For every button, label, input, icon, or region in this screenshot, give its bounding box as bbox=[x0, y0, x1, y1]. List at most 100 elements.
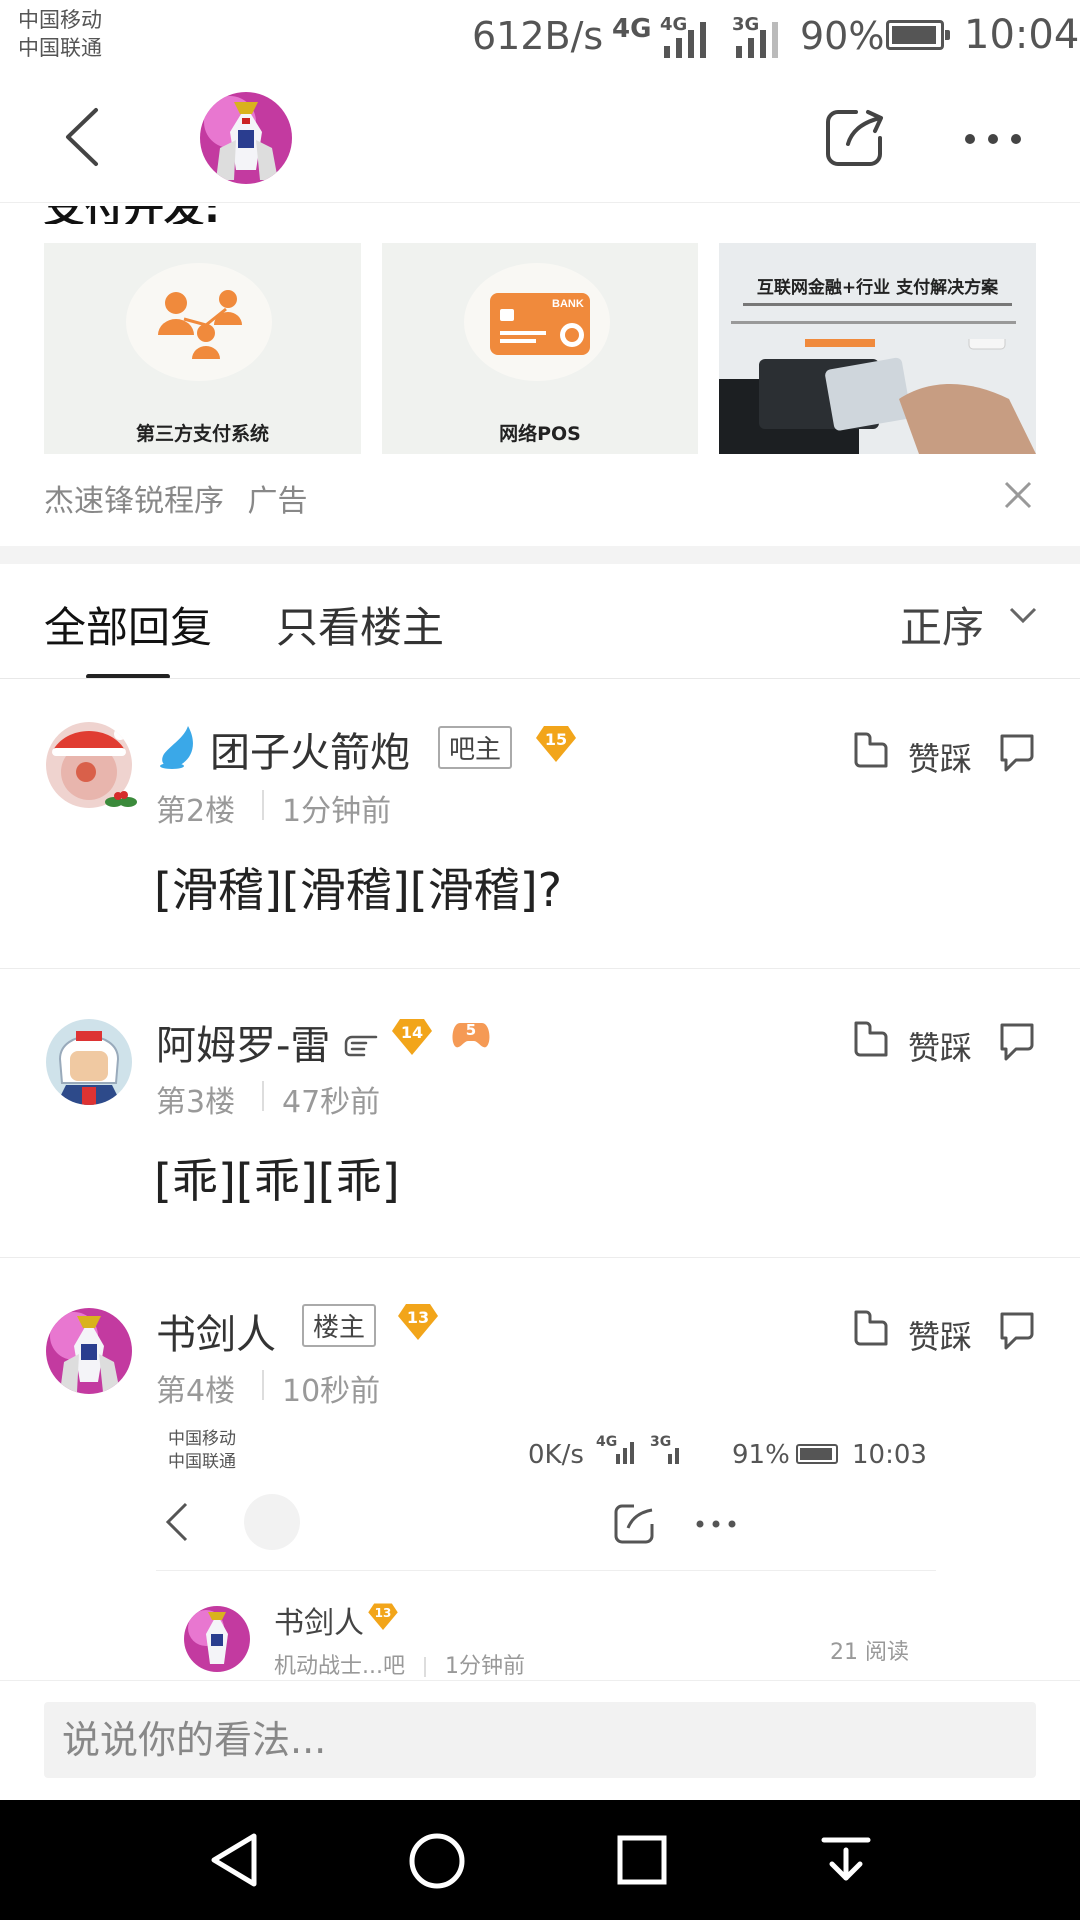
user-avatar[interactable] bbox=[46, 1308, 132, 1394]
ad-tile-network-pos[interactable]: BANK 网络POS bbox=[382, 243, 698, 454]
embedded-battery: 91% bbox=[732, 1440, 790, 1470]
embedded-author-name: 书剑人 bbox=[274, 1606, 364, 1641]
post-content: [滑稽][滑稽][滑稽]? bbox=[154, 863, 563, 917]
vote-label[interactable]: 赞踩 bbox=[908, 734, 972, 780]
embedded-clock: 10:03 bbox=[852, 1440, 927, 1470]
vote-button[interactable] bbox=[852, 730, 890, 774]
reply-post: 团子火箭炮 吧主 15 第2楼 1分钟前 [滑稽][滑稽][滑稽]? 赞踩 bbox=[0, 680, 1080, 968]
carrier-labels: 中国移动 中国联通 bbox=[18, 6, 102, 62]
role-badge-op: 楼主 bbox=[302, 1304, 377, 1347]
username[interactable]: 团子火箭炮 bbox=[210, 720, 410, 778]
back-arrow-icon bbox=[66, 108, 98, 166]
embedded-battery-icon bbox=[796, 1444, 838, 1464]
carrier-2: 中国联通 bbox=[18, 36, 102, 60]
more-options-button[interactable] bbox=[964, 130, 1022, 149]
post-time: 10秒前 bbox=[282, 1374, 381, 1409]
robot-avatar-icon bbox=[184, 1606, 250, 1672]
thumb-up-icon bbox=[854, 1310, 888, 1346]
floor-number: 第4楼 bbox=[156, 1374, 236, 1409]
carrier-1: 中国移动 bbox=[18, 8, 102, 32]
reply-button[interactable] bbox=[998, 1021, 1036, 1065]
sort-order-button[interactable]: 正序 bbox=[900, 594, 984, 655]
user-avatar[interactable] bbox=[46, 1019, 132, 1105]
username[interactable]: 书剑人 bbox=[156, 1302, 276, 1360]
ad-source[interactable]: 杰速锋锐程序 bbox=[44, 484, 224, 519]
holly-decoration-icon bbox=[105, 791, 137, 807]
embedded-more-icon bbox=[696, 1520, 736, 1528]
ad-tile-payment-solution[interactable]: 互联网金融+行业 支付解决方案 bbox=[719, 243, 1036, 454]
ad-close-button[interactable] bbox=[1003, 480, 1033, 514]
comment-bubble-icon bbox=[1000, 1312, 1034, 1350]
post-image-screenshot[interactable]: 中国移动 中国联通 0K/s 4G 3G 91% 10:03 书剑人 13 机动… bbox=[156, 1418, 936, 1680]
battery-percent: 90% bbox=[800, 14, 885, 58]
floor-number: 第3楼 bbox=[156, 1085, 236, 1120]
robot-avatar-icon bbox=[200, 92, 292, 184]
close-icon bbox=[1004, 481, 1032, 509]
thumb-up-icon bbox=[854, 732, 888, 768]
top-nav-bar bbox=[0, 74, 1080, 203]
pull-down-icon bbox=[821, 1837, 871, 1881]
embedded-signal-icon-2: 3G bbox=[650, 1434, 690, 1464]
embedded-signal-icon: 4G bbox=[596, 1434, 640, 1464]
ad-tile-caption: 第三方支付系统 bbox=[135, 423, 269, 445]
level-badge: 15 bbox=[536, 724, 576, 766]
share-button[interactable] bbox=[824, 106, 886, 172]
embedded-back-icon bbox=[165, 1502, 188, 1542]
back-button[interactable] bbox=[62, 106, 102, 172]
post-time: 47秒前 bbox=[282, 1085, 381, 1120]
vote-label[interactable]: 赞踩 bbox=[908, 1023, 972, 1069]
circle-home-icon bbox=[409, 1833, 465, 1889]
embedded-author-avatar bbox=[184, 1606, 250, 1672]
system-home-button[interactable] bbox=[408, 1832, 466, 1894]
robot-avatar-icon bbox=[46, 1308, 132, 1394]
sort-chevron[interactable] bbox=[1008, 606, 1038, 628]
system-notification-pull-button[interactable] bbox=[820, 1834, 872, 1890]
system-back-button[interactable] bbox=[208, 1832, 260, 1892]
share-icon bbox=[826, 110, 883, 166]
chevron-down-icon bbox=[1009, 607, 1037, 624]
sim1-bars-icon: 4G bbox=[660, 14, 712, 58]
ad-tile-caption: 互联网金融+行业 支付解决方案 bbox=[756, 278, 999, 298]
ad-tile-payment-system[interactable]: 第三方支付系统 bbox=[44, 243, 361, 454]
forum-avatar[interactable] bbox=[200, 92, 292, 184]
embedded-carriers: 中国移动 中国联通 bbox=[168, 1429, 236, 1472]
reply-input[interactable] bbox=[44, 1702, 1036, 1778]
post-content: [乖][乖][乖] bbox=[154, 1154, 400, 1208]
ad-footer: 杰速锋锐程序 广告 bbox=[44, 476, 308, 520]
username[interactable]: 阿姆罗-雷 bbox=[156, 1013, 330, 1071]
clock: 10:04 bbox=[964, 12, 1080, 58]
embedded-read-count: 21 阅读 bbox=[830, 1640, 909, 1665]
reply-post: 书剑人 楼主 13 第4楼 10秒前 赞踩 bbox=[0, 1258, 1080, 1418]
sim2-bars-icon: 3G bbox=[732, 14, 784, 58]
embedded-level-badge: 13 bbox=[368, 1602, 398, 1634]
svg-text:BANK: BANK bbox=[552, 298, 584, 310]
square-recents-icon bbox=[617, 1835, 667, 1885]
system-recents-button[interactable] bbox=[616, 1834, 668, 1890]
embedded-net-speed: 0K/s bbox=[528, 1440, 584, 1470]
post-time: 1分钟前 bbox=[282, 794, 392, 829]
reply-button[interactable] bbox=[998, 1310, 1036, 1354]
reply-button[interactable] bbox=[998, 732, 1036, 776]
people-network-icon bbox=[158, 290, 242, 359]
level-badge: 14 bbox=[392, 1017, 432, 1059]
pilot-avatar-icon bbox=[46, 1019, 132, 1105]
vote-button[interactable] bbox=[852, 1308, 890, 1352]
battery-icon bbox=[886, 20, 950, 50]
reply-post: 阿姆罗-雷 14 5 第3楼 47秒前 [乖][乖][乖] 赞踩 bbox=[0, 969, 1080, 1257]
vote-button[interactable] bbox=[852, 1019, 890, 1063]
bank-card-icon: BANK bbox=[490, 293, 590, 355]
more-dots-icon bbox=[965, 134, 1021, 144]
section-divider bbox=[0, 546, 1080, 564]
floor-number: 第2楼 bbox=[156, 794, 236, 829]
tab-author-only[interactable]: 只看楼主 bbox=[276, 594, 444, 655]
thumb-up-icon bbox=[854, 1021, 888, 1057]
gamepad-badge: 5 bbox=[450, 1017, 492, 1055]
tabs-divider bbox=[0, 678, 1080, 679]
tab-all-replies[interactable]: 全部回复 bbox=[44, 594, 212, 655]
system-nav-bar bbox=[0, 1800, 1080, 1920]
vote-label[interactable]: 赞踩 bbox=[908, 1312, 972, 1358]
pos-terminal-photo bbox=[719, 339, 1036, 454]
embedded-share-icon bbox=[614, 1504, 654, 1544]
embedded-avatar-faded bbox=[244, 1494, 300, 1550]
status-bar: 中国移动 中国联通 612B/s 4G 4G 3G 90% 10:04 bbox=[0, 0, 1080, 74]
